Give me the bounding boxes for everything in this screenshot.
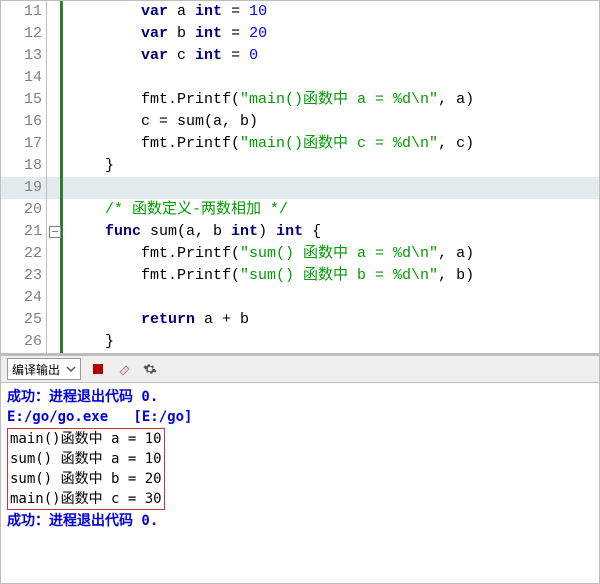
code-line[interactable]: 21 func sum(a, b int) int { — [1, 221, 599, 243]
code-editor[interactable]: 11 var a int = 1012 var b int = 2013 var… — [1, 1, 599, 354]
line-number: 24 — [1, 287, 47, 309]
code-text — [63, 287, 599, 309]
fold-gutter — [47, 331, 63, 353]
fold-gutter — [47, 23, 63, 45]
code-line[interactable]: 26 } — [1, 331, 599, 353]
output-line: sum() 函数中 b = 20 — [10, 469, 162, 489]
code-text: fmt.Printf("sum() 函数中 a = %d\n", a) — [63, 243, 599, 265]
code-text: c = sum(a, b) — [63, 111, 599, 133]
code-text: return a + b — [63, 309, 599, 331]
line-number: 15 — [1, 89, 47, 111]
fold-gutter — [47, 89, 63, 111]
fold-gutter — [47, 243, 63, 265]
code-text — [63, 67, 599, 89]
fold-gutter — [47, 133, 63, 155]
code-line[interactable]: 16 c = sum(a, b) — [1, 111, 599, 133]
eraser-icon — [117, 362, 131, 376]
stop-icon — [92, 363, 104, 375]
line-number: 25 — [1, 309, 47, 331]
output-status-line: 成功：进程退出代码 0. — [7, 387, 593, 407]
fold-gutter — [47, 1, 63, 23]
line-number: 12 — [1, 23, 47, 45]
fold-gutter — [47, 177, 63, 199]
fold-gutter — [47, 287, 63, 309]
code-line[interactable]: 12 var b int = 20 — [1, 23, 599, 45]
code-text: var a int = 10 — [63, 1, 599, 23]
code-line[interactable]: 24 — [1, 287, 599, 309]
gear-icon — [143, 362, 157, 376]
output-exe-path: E:/go/go.exe [E:/go] — [7, 407, 593, 427]
code-line[interactable]: 17 fmt.Printf("main()函数中 c = %d\n", c) — [1, 133, 599, 155]
line-number: 14 — [1, 67, 47, 89]
code-line[interactable]: 19 — [1, 177, 599, 199]
line-number: 16 — [1, 111, 47, 133]
settings-button[interactable] — [141, 360, 159, 378]
output-line: main()函数中 a = 10 — [10, 429, 162, 449]
code-text: fmt.Printf("sum() 函数中 b = %d\n", b) — [63, 265, 599, 287]
code-line[interactable]: 20 /* 函数定义-两数相加 */ — [1, 199, 599, 221]
fold-gutter — [47, 309, 63, 331]
line-number: 26 — [1, 331, 47, 353]
fold-gutter — [47, 111, 63, 133]
fold-gutter — [47, 265, 63, 287]
code-text: fmt.Printf("main()函数中 a = %d\n", a) — [63, 89, 599, 111]
line-number: 22 — [1, 243, 47, 265]
fold-toggle-icon[interactable] — [47, 221, 63, 243]
fold-gutter — [47, 67, 63, 89]
line-number: 18 — [1, 155, 47, 177]
line-number: 11 — [1, 1, 47, 23]
code-line[interactable]: 18 } — [1, 155, 599, 177]
output-highlight-box: main()函数中 a = 10 sum() 函数中 a = 10 sum() … — [7, 428, 165, 510]
fold-gutter — [47, 45, 63, 67]
fold-gutter — [47, 155, 63, 177]
clear-button[interactable] — [115, 360, 133, 378]
code-text: func sum(a, b int) int { — [63, 221, 599, 243]
output-toolbar: 编译输出 — [1, 356, 599, 383]
code-line[interactable]: 15 fmt.Printf("main()函数中 a = %d\n", a) — [1, 89, 599, 111]
output-status-line: 成功：进程退出代码 0. — [7, 511, 593, 531]
code-text: fmt.Printf("main()函数中 c = %d\n", c) — [63, 133, 599, 155]
code-line[interactable]: 11 var a int = 10 — [1, 1, 599, 23]
output-line: sum() 函数中 a = 10 — [10, 449, 162, 469]
output-tab-label: 编译输出 — [12, 361, 60, 378]
code-text: } — [63, 155, 599, 177]
code-line[interactable]: 14 — [1, 67, 599, 89]
line-number: 20 — [1, 199, 47, 221]
output-line: main()函数中 c = 30 — [10, 489, 162, 509]
line-number: 19 — [1, 177, 47, 199]
code-text: /* 函数定义-两数相加 */ — [63, 199, 599, 221]
code-line[interactable]: 25 return a + b — [1, 309, 599, 331]
output-panel: 编译输出 成功：进程退出代码 0. E:/go/go.exe [E:/go] m… — [1, 354, 599, 583]
code-line[interactable]: 13 var c int = 0 — [1, 45, 599, 67]
output-text[interactable]: 成功：进程退出代码 0. E:/go/go.exe [E:/go] main()… — [1, 383, 599, 583]
fold-gutter — [47, 199, 63, 221]
code-text: } — [63, 331, 599, 353]
code-text — [63, 177, 599, 199]
line-number: 17 — [1, 133, 47, 155]
code-text: var c int = 0 — [63, 45, 599, 67]
stop-button[interactable] — [89, 360, 107, 378]
output-tab-select[interactable]: 编译输出 — [7, 358, 81, 380]
code-text: var b int = 20 — [63, 23, 599, 45]
code-line[interactable]: 22 fmt.Printf("sum() 函数中 a = %d\n", a) — [1, 243, 599, 265]
line-number: 13 — [1, 45, 47, 67]
chevron-down-icon — [66, 364, 76, 374]
line-number: 21 — [1, 221, 47, 243]
code-line[interactable]: 23 fmt.Printf("sum() 函数中 b = %d\n", b) — [1, 265, 599, 287]
window: 11 var a int = 1012 var b int = 2013 var… — [0, 0, 600, 584]
line-number: 23 — [1, 265, 47, 287]
